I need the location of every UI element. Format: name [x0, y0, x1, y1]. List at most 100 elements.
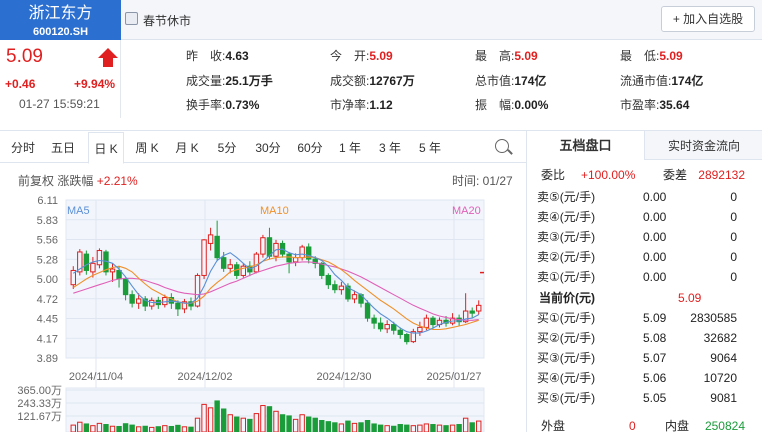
candle-body: [129, 294, 135, 304]
orderbook-panel: 五档盘口 实时资金流向 委比 +100.00% 委差 2892132 卖⑤(元/手) 0.…: [526, 130, 762, 433]
volume-bar: [417, 424, 423, 432]
volume-bar: [305, 416, 312, 432]
tab-period[interactable]: 30分: [252, 139, 284, 157]
stat-value: 35.64: [659, 98, 690, 112]
x-tick-label: 2024/12/02: [177, 371, 232, 383]
stat-item: 成交量:25.1万手: [186, 72, 273, 89]
bid-row: 买④(元/手) 5.06 10720: [527, 368, 762, 388]
ask-vol: 0: [730, 250, 737, 264]
bid-label: 买①(元/手): [537, 311, 596, 325]
kline-chart[interactable]: 6.11 5.83 5.56 5.28 5.00 4.72 4.45 4.17 3.89 2024…: [0, 190, 526, 432]
candle-body: [391, 324, 397, 331]
volume-bar: [253, 413, 260, 432]
candle-body: [227, 264, 233, 269]
candle-body: [260, 237, 266, 255]
y-tick-label: 4.45: [37, 314, 58, 326]
bid-vol: 9064: [710, 351, 737, 365]
bid-vol: 9081: [710, 391, 737, 405]
stat-label: 最 低:: [620, 49, 660, 63]
candle-body: [384, 324, 390, 330]
volume-bar: [436, 424, 443, 432]
ask-row: 卖④(元/手) 0.00 0: [527, 207, 762, 227]
stat-value: 0.73%: [225, 98, 260, 112]
bid-row: 买⑤(元/手) 5.05 9081: [527, 388, 762, 408]
volume-bar: [351, 422, 358, 432]
wb-value: +100.00%: [581, 168, 636, 182]
y-tick-label: 5.00: [37, 274, 58, 286]
volume-bar: [96, 422, 103, 432]
kline-time: 时间: 01/27: [452, 174, 513, 188]
volume-bar: [397, 424, 403, 432]
ma-label: MA20: [452, 205, 481, 217]
bid-row: 买③(元/手) 5.07 9064: [527, 348, 762, 368]
volume-bar: [266, 406, 273, 432]
candle-body: [351, 294, 358, 300]
candle-body: [377, 322, 384, 330]
tab-period[interactable]: 5 年: [416, 139, 444, 157]
stat-value: 174亿: [514, 74, 547, 88]
tab-fund-flow[interactable]: 实时资金流向: [645, 130, 762, 160]
price-box: 5.09 +0.46 +9.94% 01-27 15:59:21: [0, 40, 121, 118]
tab-period[interactable]: 周 K: [131, 139, 163, 157]
bid-price: 5.09: [643, 311, 667, 325]
candle-body: [319, 262, 325, 276]
volume-bar: [220, 408, 227, 432]
y-tick-label: 4.72: [37, 294, 58, 306]
stat-label: 市净率:: [330, 98, 370, 112]
candle-body: [83, 253, 90, 271]
fq-info[interactable]: 前复权 涨跌幅 +2.21%: [18, 172, 138, 189]
x-tick-label: 2025/01/27: [426, 371, 481, 383]
candle-body: [476, 304, 482, 312]
market-status: 春节休市: [143, 14, 192, 28]
candle-body: [207, 234, 214, 244]
volume-bar: [162, 425, 168, 432]
stat-item: 昨 收:4.63: [186, 47, 249, 64]
candle-body: [162, 297, 168, 306]
tab-period[interactable]: 1 年: [336, 139, 364, 157]
stat-label: 今 开:: [330, 49, 370, 63]
bid-price: 5.08: [643, 331, 667, 345]
candle-body: [286, 253, 292, 263]
stat-value: 25.1万手: [225, 74, 273, 88]
tab-period[interactable]: 分时: [8, 139, 38, 157]
volume-bar: [449, 424, 456, 432]
add-watchlist-button[interactable]: + 加入自选股: [661, 6, 755, 32]
volume-bar: [175, 424, 181, 432]
fq-label: 前复权 涨跌幅: [18, 174, 94, 188]
bid-label: 买②(元/手): [537, 331, 596, 345]
bid-row: 买②(元/手) 5.08 32682: [527, 328, 762, 348]
inner-value: 250824: [704, 419, 745, 433]
volume-tick-label: 365.00万: [17, 385, 62, 397]
bid-row: 买①(元/手) 5.09 2830585: [527, 308, 762, 328]
zoom-icon-handle: [507, 149, 513, 155]
stat-value: 0.00%: [514, 98, 549, 112]
bid-vol: 10720: [703, 371, 737, 385]
tab-period[interactable]: 60分: [294, 139, 326, 157]
wb-label: 委比: [541, 168, 566, 182]
volume-bar: [149, 426, 155, 432]
volume-bar: [286, 415, 292, 432]
volume-bar: [456, 424, 462, 432]
tab-period[interactable]: 月 K: [171, 139, 203, 157]
stat-label: 成交额:: [330, 74, 370, 88]
stat-item: 最 低:5.09: [620, 47, 683, 64]
stat-item: 市盈率:35.64: [620, 96, 689, 113]
ask-price: 0.00: [643, 270, 667, 284]
tab-orderbook[interactable]: 五档盘口: [527, 130, 645, 160]
top-bar: 春节休市 + 加入自选股: [121, 0, 762, 40]
tab-period[interactable]: 3 年: [376, 139, 404, 157]
tab-period[interactable]: 五日: [48, 139, 78, 157]
ask-price: 0.00: [643, 250, 667, 264]
tab-period[interactable]: 5分: [214, 139, 240, 157]
volume-bar: [377, 424, 384, 432]
ask-row: 卖⑤(元/手) 0.00 0: [527, 187, 762, 207]
stat-label: 总市值:: [475, 74, 515, 88]
current-price: 5.09: [6, 46, 43, 67]
stat-label: 成交量:: [186, 74, 226, 88]
tab-period[interactable]: 日 K: [88, 132, 124, 164]
ma-label: MA10: [260, 205, 289, 217]
stat-item: 总市值:174亿: [475, 72, 546, 89]
stat-value: 4.63: [225, 49, 249, 63]
ask-price: 0.00: [643, 190, 667, 204]
y-tick-label: 4.17: [37, 333, 58, 345]
